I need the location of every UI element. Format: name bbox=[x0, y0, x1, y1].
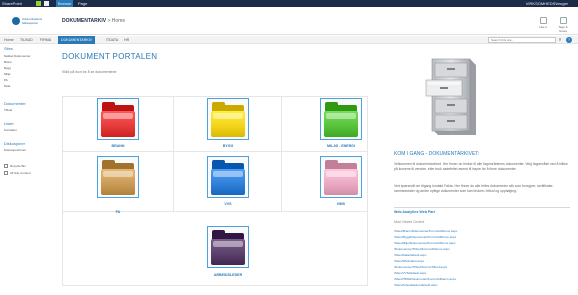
nav-item-brann[interactable]: Brann bbox=[4, 60, 12, 64]
most-viewed-link[interactable]: /Sites/Arbeidsleder/default.aspx bbox=[394, 283, 438, 287]
section-divider bbox=[394, 207, 570, 208]
site-content-icon bbox=[4, 171, 8, 175]
nav-tilbud[interactable]: TILBUD bbox=[20, 36, 33, 44]
most-viewed-link[interactable]: /Sites/VVS/default.aspx bbox=[394, 271, 426, 275]
recycle-bin-link[interactable]: Recycle Bin bbox=[10, 164, 26, 168]
file-cabinet-image bbox=[425, 58, 476, 135]
nav-item-bygg[interactable]: Bygg bbox=[4, 66, 11, 70]
folder-grid: BRANN BYGG MILJØ - ENERGI PA VVS HMS ARB… bbox=[62, 96, 368, 286]
folder-bygg-label[interactable]: BYGG bbox=[183, 144, 273, 148]
intro-paragraph-2: Ved spørsmål om tilgang kontakt Fakta. H… bbox=[394, 184, 554, 193]
folder-brann-label[interactable]: BRANN bbox=[73, 144, 163, 148]
nav-home[interactable]: Home bbox=[4, 36, 14, 44]
company-logo[interactable]: virksomhedens fællesportal bbox=[12, 15, 56, 28]
suite-bar: SharePoint Browse Page VIRKSOMHEDS\bruge… bbox=[0, 0, 578, 7]
most-viewed-link[interactable]: /Sites/PA/default.aspx bbox=[394, 259, 424, 263]
most-viewed-link[interactable]: /Dokumenter/Tilbud/Forms/AllItems.aspx bbox=[394, 247, 450, 251]
most-viewed-link[interactable]: /Dokumenter/Tilbud/Forms/Tilbud.aspx bbox=[394, 265, 447, 269]
nav-heading-dokumenter[interactable]: Dokumenter bbox=[4, 101, 26, 106]
folder-vvs-icon[interactable] bbox=[207, 156, 249, 198]
most-viewed-link[interactable]: /Sites/Brann/Dokumenter/Forms/AllItems.a… bbox=[394, 229, 457, 233]
tag-icon bbox=[559, 17, 567, 24]
suite-brand[interactable]: SharePoint bbox=[2, 0, 22, 7]
folder-miljo-energi-icon[interactable] bbox=[320, 98, 362, 140]
nav-item-pa[interactable]: PA bbox=[4, 78, 8, 82]
most-viewed-link[interactable]: /Sites/Miljo/Dokumenter/Forms/AllItems.a… bbox=[394, 241, 456, 245]
nav-item-kontakter[interactable]: Kontakter bbox=[4, 128, 17, 132]
tab-browse[interactable]: Browse bbox=[56, 0, 74, 7]
nav-hr[interactable]: HR bbox=[124, 36, 129, 44]
nav-heading-lister[interactable]: Lister bbox=[4, 121, 14, 126]
folder-vvs-label[interactable]: VVS bbox=[183, 202, 273, 206]
like-icon bbox=[539, 17, 547, 24]
folder-pa-label[interactable]: PA bbox=[73, 210, 163, 214]
nav-item-nokkel[interactable]: Nøkkel Dokumenter bbox=[4, 54, 31, 58]
nav-firma[interactable]: FIRMA bbox=[40, 36, 51, 44]
nav-itdata[interactable]: ITDATA bbox=[106, 36, 118, 44]
folder-bygg-icon[interactable] bbox=[207, 98, 249, 140]
nav-item-tilbud[interactable]: Tilbud bbox=[4, 108, 12, 112]
nav-dokumentarkiv[interactable]: DOKUMENTARKIV bbox=[58, 36, 96, 44]
all-site-content-link[interactable]: All Site Content bbox=[10, 171, 31, 175]
site-header: virksomhedens fællesportal DOKUMENTARKIV… bbox=[0, 7, 578, 35]
recycle-bin-icon bbox=[4, 164, 8, 168]
folder-arbeidsleder-label[interactable]: ARBEIDSLEDER bbox=[183, 273, 273, 277]
search-input[interactable] bbox=[488, 37, 556, 43]
getting-started-title: KOM I GANG - DOKUMENTARKIVET: bbox=[394, 151, 480, 157]
like-it-button[interactable]: Like it bbox=[536, 17, 550, 29]
like-it-label: Like it bbox=[539, 25, 547, 29]
breadcrumb: > Home bbox=[107, 18, 126, 24]
user-menu[interactable]: VIRKSOMHEDS\bruger bbox=[526, 0, 568, 7]
nav-item-data[interactable]: Data bbox=[4, 84, 10, 88]
search-icon[interactable]: ⚲ bbox=[556, 37, 564, 43]
folder-hms-icon[interactable] bbox=[320, 156, 362, 198]
most-viewed-heading: Most Viewed Content bbox=[394, 220, 425, 224]
logo-text-line2: fællesportal bbox=[22, 21, 38, 25]
intro-paragraph-1: Velkommen til dokumentarkivet. Her finne… bbox=[394, 162, 568, 171]
site-title-text[interactable]: DOKUMENTARKIV bbox=[62, 18, 106, 24]
site-title: DOKUMENTARKIV > Home bbox=[62, 18, 125, 24]
top-navigation: Home TILBUD FIRMA DOKUMENTARKIV ITDATA H… bbox=[0, 36, 578, 44]
nav-heading-diskusjoner[interactable]: Diskusjoner bbox=[4, 141, 25, 146]
folder-arbeidsleder-icon[interactable] bbox=[207, 226, 249, 268]
nav-item-diskusjonsforum[interactable]: Diskusjonsforum bbox=[4, 148, 26, 152]
most-viewed-link[interactable]: /Sites/HMS/Dokumenter/Forms/AllItems.asp… bbox=[394, 277, 456, 281]
tags-notes-label: Tags & Notes bbox=[558, 25, 568, 33]
most-viewed-link[interactable]: /Sites/Data/default.aspx bbox=[394, 253, 427, 257]
logo-mark-icon bbox=[12, 17, 20, 25]
help-icon[interactable]: ? bbox=[566, 37, 572, 43]
folder-pa-icon[interactable] bbox=[97, 156, 139, 198]
nav-item-miljo[interactable]: Miljø bbox=[4, 72, 10, 76]
folder-brann-icon[interactable] bbox=[97, 98, 139, 140]
folder-miljo-energi-label[interactable]: MILJØ - ENERGI bbox=[296, 144, 386, 148]
page-title: DOKUMENT PORTALEN bbox=[62, 52, 158, 61]
instruction-text: Klikk på ikon for å se dokumentene bbox=[62, 70, 117, 74]
most-viewed-link[interactable]: /Sites/Bygg/Dokumenter/Forms/AllItems.as… bbox=[394, 235, 456, 239]
edit-page-icon[interactable] bbox=[44, 1, 49, 6]
folder-hms-label[interactable]: HMS bbox=[296, 202, 386, 206]
tags-notes-button[interactable]: Tags & Notes bbox=[556, 17, 570, 33]
left-navigation: Sites Nøkkel Dokumenter Brann Bygg Miljø… bbox=[0, 45, 56, 245]
site-actions-icon[interactable] bbox=[36, 1, 41, 6]
nav-heading-sites[interactable]: Sites bbox=[4, 46, 13, 51]
tab-page[interactable]: Page bbox=[78, 0, 87, 7]
web-analytics-title: Web Analytics Web Part bbox=[394, 210, 435, 214]
breadcrumb-home[interactable]: Home bbox=[112, 18, 125, 24]
